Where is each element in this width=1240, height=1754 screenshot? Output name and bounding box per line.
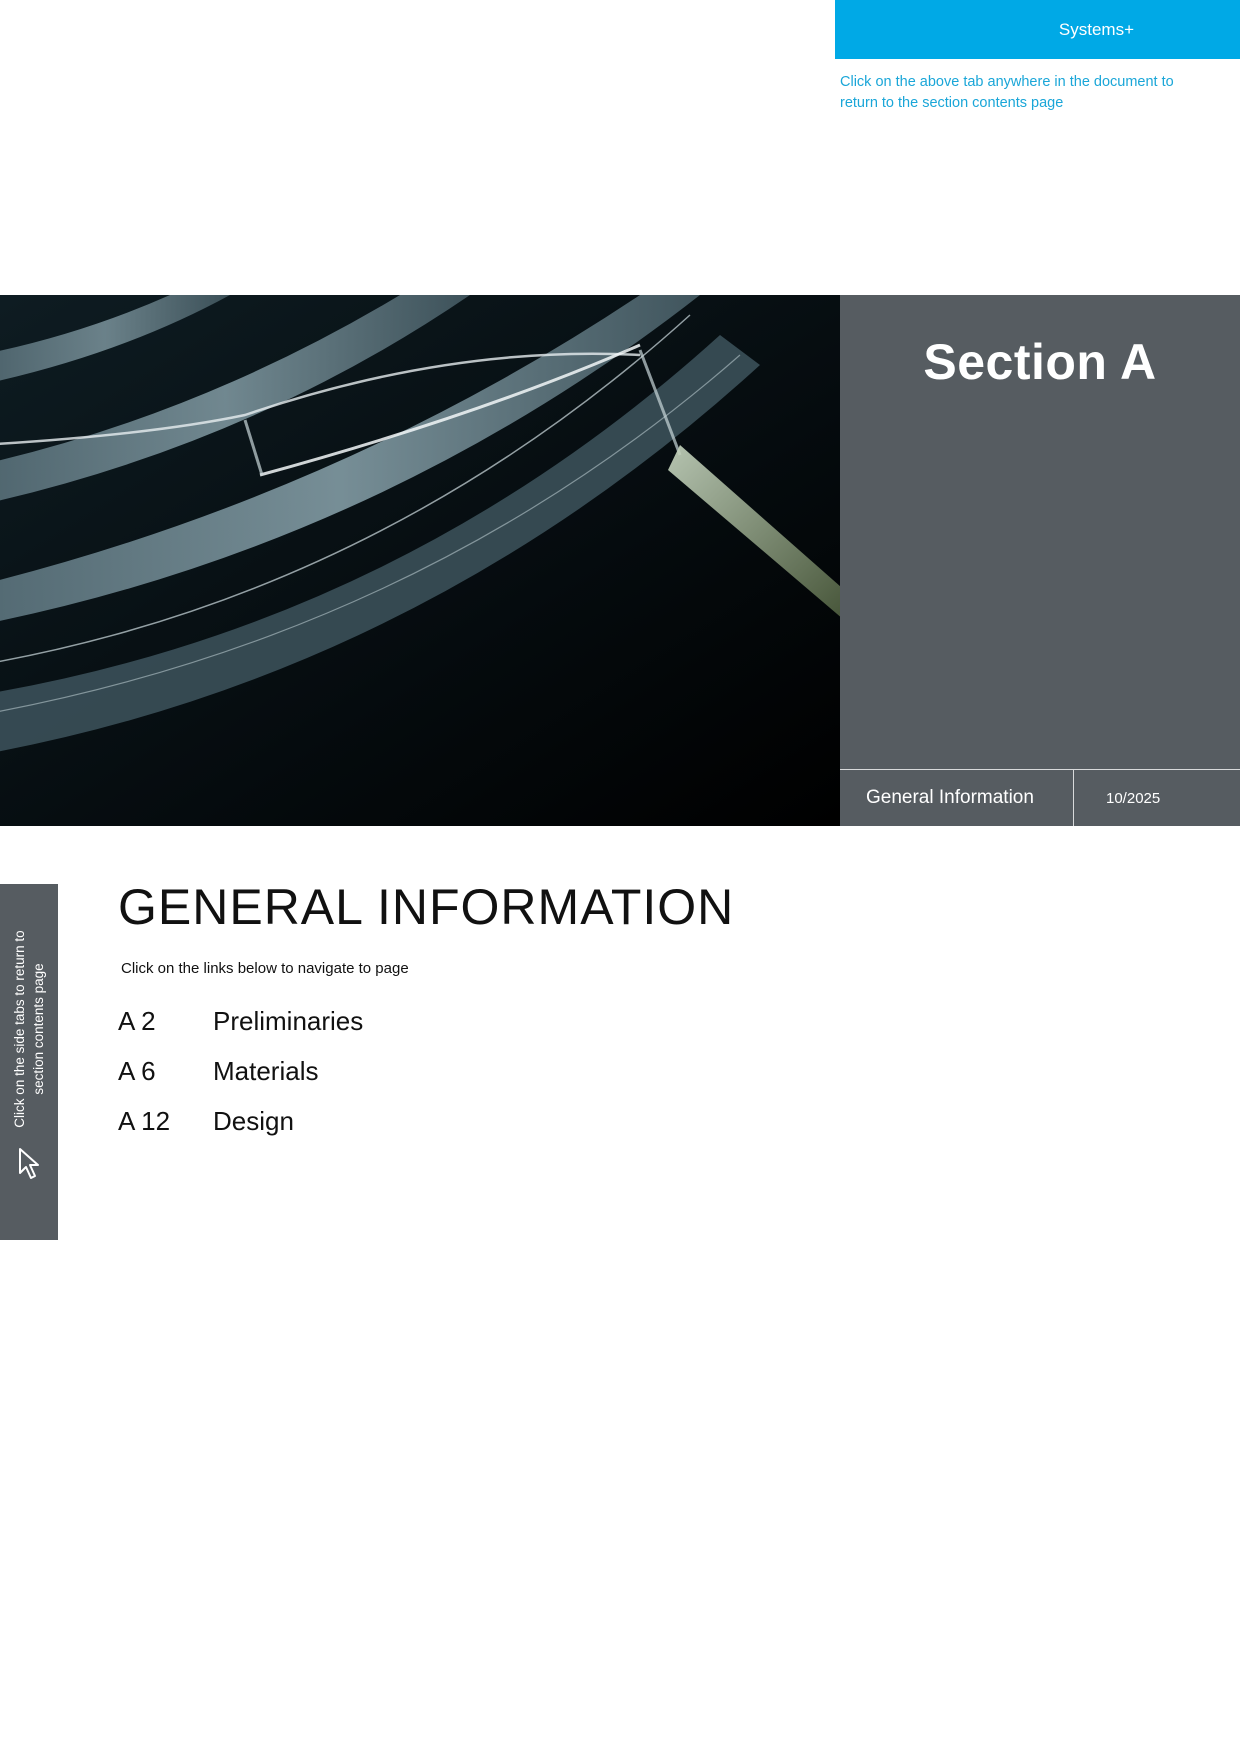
document-page: Systems+ Click on the above tab anywhere…: [0, 0, 1240, 1754]
section-panel: Section A General Information 10/2025: [840, 295, 1240, 826]
toc-page-number: A 6: [118, 1055, 156, 1086]
side-tab-text-line1: Click on the side tabs to return to: [12, 930, 27, 1128]
side-tab[interactable]: Click on the side tabs to return to sect…: [0, 884, 58, 1240]
section-title: Section A: [923, 334, 1157, 390]
toc-label: Preliminaries: [213, 1005, 364, 1036]
section-footer-label: General Information: [840, 770, 1074, 826]
page-title: GENERAL INFORMATION: [118, 879, 735, 935]
top-tab-note: Click on the above tab anywhere in the d…: [840, 74, 1174, 111]
toc-label: Materials: [213, 1055, 319, 1086]
systems-plus-tab[interactable]: Systems+: [835, 0, 1240, 59]
navigation-hint: Click on the links below to navigate to …: [121, 960, 409, 977]
toc-page-number: A 12: [118, 1105, 171, 1136]
systems-plus-tab-label: Systems+: [1058, 19, 1134, 39]
cursor-arrow-icon: [19, 1148, 39, 1179]
toc-link-materials[interactable]: A 6 Materials: [118, 1046, 718, 1096]
section-footer-date: 10/2025: [1106, 789, 1161, 807]
section-panel-footer: General Information 10/2025: [840, 769, 1240, 826]
toc-label: Design: [213, 1105, 294, 1136]
hero-photo: [0, 295, 840, 826]
toc-link-preliminaries[interactable]: A 2 Preliminaries: [118, 996, 718, 1046]
table-of-contents: A 2 Preliminaries A 6 Materials A 12 Des…: [118, 996, 718, 1146]
side-tab-text: Click on the side tabs to return to sect…: [10, 914, 48, 1144]
toc-page-number: A 2: [118, 1005, 156, 1036]
toc-link-design[interactable]: A 12 Design: [118, 1096, 718, 1146]
side-tab-text-line2: section contents page: [31, 963, 46, 1095]
